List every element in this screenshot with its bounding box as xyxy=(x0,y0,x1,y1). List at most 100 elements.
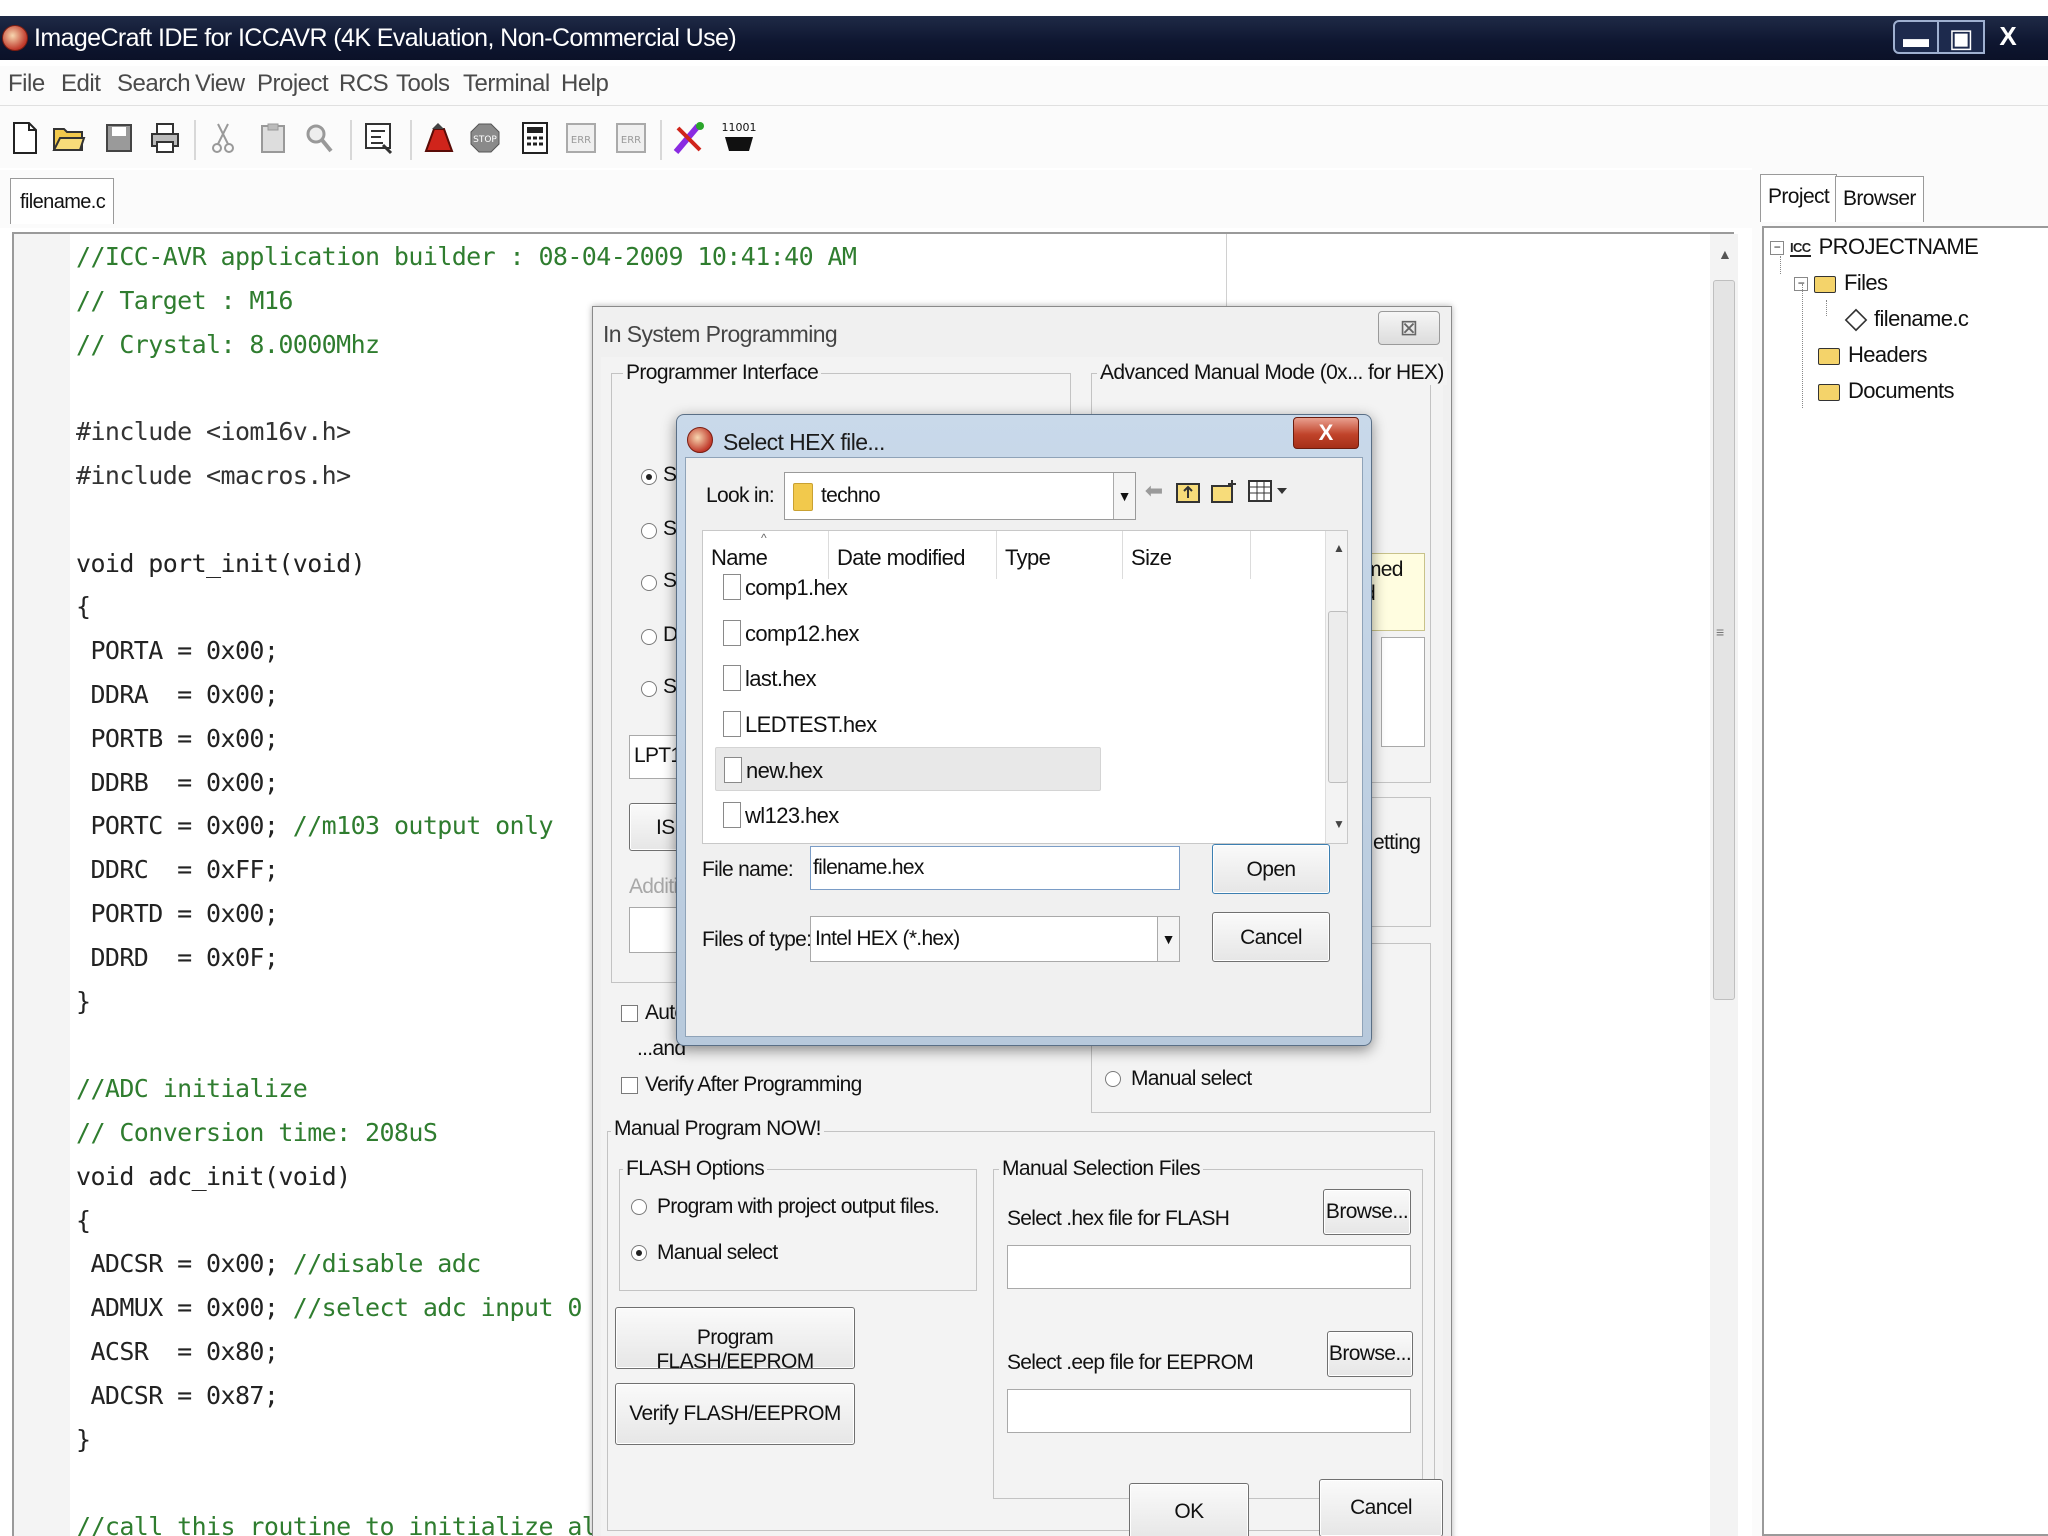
back-arrow-icon[interactable]: ⬅ xyxy=(1140,478,1168,508)
tree-headers-folder[interactable]: Headers xyxy=(1818,342,1928,368)
tree-root[interactable]: − ICC PROJECTNAME xyxy=(1770,234,1979,260)
interface-radio-3[interactable] xyxy=(641,575,657,591)
terminal-label: 11001 xyxy=(722,121,757,134)
file-list-item[interactable]: LEDTEST.hex xyxy=(715,702,1015,746)
code-line: { xyxy=(76,1205,91,1235)
file-list-item[interactable]: new.hex xyxy=(715,747,1101,792)
manual-select-radio[interactable] xyxy=(631,1245,647,1261)
open-folder-icon[interactable] xyxy=(52,118,86,158)
code-segment: ADCSR = 0x00; xyxy=(76,1249,293,1279)
verify-after-checkbox[interactable] xyxy=(621,1077,638,1094)
menu-tools[interactable]: Tools xyxy=(396,70,450,98)
find-icon[interactable] xyxy=(302,118,336,158)
calculator-icon[interactable] xyxy=(518,118,552,158)
isp-cancel-button[interactable]: Cancel xyxy=(1319,1479,1443,1536)
window-title: ImageCraft IDE for ICCAVR (4K Evaluation… xyxy=(34,24,737,52)
interface-radio-1-label: S xyxy=(663,463,677,486)
new-folder-icon[interactable] xyxy=(1210,478,1238,508)
tree-connector xyxy=(1826,300,1827,316)
column-type[interactable]: Type xyxy=(997,531,1123,579)
interface-radio-5[interactable] xyxy=(641,681,657,697)
cut-icon[interactable] xyxy=(206,118,240,158)
restore-button[interactable]: ▣ xyxy=(1939,20,1985,54)
scroll-thumb[interactable] xyxy=(1713,280,1735,1000)
menu-search[interactable]: Search xyxy=(117,70,191,98)
ok-button[interactable]: OK xyxy=(1129,1483,1249,1536)
interface-radio-2[interactable] xyxy=(641,523,657,539)
stop-icon[interactable]: STOP xyxy=(468,118,502,158)
auto-checkbox[interactable] xyxy=(621,1005,638,1022)
file-list-item[interactable]: last.hex xyxy=(715,656,1015,700)
program-flash-button[interactable]: Program FLASH/EEPROM xyxy=(615,1307,855,1373)
file-list[interactable]: Name Date modified Type Size ^ comp1.hex… xyxy=(702,530,1348,844)
tab-filename-c[interactable]: filename.c xyxy=(10,178,114,224)
chevron-down-icon[interactable]: ▼ xyxy=(1113,473,1135,519)
scroll-up-icon[interactable]: ▲ xyxy=(1333,541,1345,555)
hex-close-button[interactable]: X xyxy=(1293,417,1359,449)
menu-terminal[interactable]: Terminal xyxy=(463,70,550,98)
code-line: ADCSR = 0x87; xyxy=(76,1380,279,1410)
minimize-button[interactable]: ▬ xyxy=(1893,20,1939,54)
scroll-down-icon[interactable]: ▼ xyxy=(1333,817,1345,831)
menu-file[interactable]: File xyxy=(8,70,45,98)
interface-radio-1[interactable] xyxy=(641,469,657,485)
scroll-up-icon[interactable]: ▲ xyxy=(1718,246,1732,262)
file-list-scroll-thumb[interactable] xyxy=(1328,611,1347,783)
menu-edit[interactable]: Edit xyxy=(61,70,101,98)
file-list-item[interactable]: wl123.hex xyxy=(715,793,1015,837)
save-icon[interactable] xyxy=(102,118,136,158)
editor-scrollbar[interactable]: ▲ ≡ xyxy=(1710,234,1738,1536)
isp-close-button[interactable]: ⊠ xyxy=(1378,311,1440,345)
view-menu-icon[interactable] xyxy=(1246,478,1290,508)
print-icon[interactable] xyxy=(148,118,182,158)
error-next-icon[interactable]: ERR xyxy=(614,118,648,158)
options-icon[interactable] xyxy=(362,118,396,158)
isp-program-icon[interactable] xyxy=(672,118,706,158)
browse-eeprom-button[interactable]: Browse... xyxy=(1327,1331,1413,1377)
collapse-icon[interactable]: − xyxy=(1794,277,1808,292)
tree-documents-folder[interactable]: Documents xyxy=(1818,378,1954,404)
interface-radio-4[interactable] xyxy=(641,629,657,645)
verify-after-label: Verify After Programming xyxy=(645,1073,862,1096)
code-line: DDRC = 0xFF; xyxy=(76,855,279,885)
menu-project[interactable]: Project xyxy=(257,70,329,98)
svg-text:ERR: ERR xyxy=(621,135,641,146)
tab-browser[interactable]: Browser xyxy=(1835,176,1924,222)
menu-help[interactable]: Help xyxy=(561,70,609,98)
file-list-scrollbar[interactable]: ▲ ▼ xyxy=(1325,531,1347,843)
up-folder-icon[interactable] xyxy=(1174,478,1202,508)
new-file-icon[interactable] xyxy=(8,118,42,158)
chevron-down-icon[interactable]: ▼ xyxy=(1157,917,1179,961)
folder-icon xyxy=(1818,383,1840,401)
svg-text:ERR: ERR xyxy=(571,135,591,146)
look-in-select[interactable]: techno ▼ xyxy=(784,472,1136,520)
paste-icon[interactable] xyxy=(256,118,290,158)
open-button[interactable]: Open xyxy=(1212,844,1330,894)
menu-rcs[interactable]: RCS xyxy=(339,70,389,98)
tree-file-filename-c[interactable]: filename.c xyxy=(1844,306,1969,332)
advanced-field[interactable] xyxy=(1381,637,1425,747)
hex-cancel-button[interactable]: Cancel xyxy=(1212,912,1330,962)
tree-files-folder[interactable]: − Files xyxy=(1794,270,1888,296)
flash-file-field[interactable] xyxy=(1007,1245,1411,1289)
files-of-type-select[interactable]: Intel HEX (*.hex) ▼ xyxy=(810,916,1180,962)
manual-select-right-radio[interactable] xyxy=(1105,1071,1121,1087)
error-prev-icon[interactable]: ERR xyxy=(564,118,598,158)
code-line: } xyxy=(76,1424,91,1454)
browse-flash-button[interactable]: Browse... xyxy=(1323,1189,1411,1235)
program-project-output-radio[interactable] xyxy=(631,1199,647,1215)
file-list-item[interactable]: comp12.hex xyxy=(715,611,1015,655)
verify-flash-button[interactable]: Verify FLASH/EEPROM xyxy=(615,1383,855,1445)
toolbar: STOP ERR ERR 11001 xyxy=(0,106,2048,168)
tab-project[interactable]: Project xyxy=(1760,174,1838,222)
collapse-icon[interactable]: − xyxy=(1770,241,1784,256)
column-size[interactable]: Size xyxy=(1123,531,1251,579)
build-icon[interactable] xyxy=(422,118,456,158)
close-button[interactable]: X xyxy=(1985,20,2031,54)
menu-view[interactable]: View xyxy=(195,70,245,98)
eeprom-file-field[interactable] xyxy=(1007,1389,1411,1433)
file-name-input[interactable]: filename.hex xyxy=(810,846,1180,890)
file-list-item[interactable]: comp1.hex xyxy=(715,565,1015,609)
terminal-icon[interactable]: 11001 xyxy=(718,118,760,158)
code-line: #include <macros.h> xyxy=(76,461,351,490)
